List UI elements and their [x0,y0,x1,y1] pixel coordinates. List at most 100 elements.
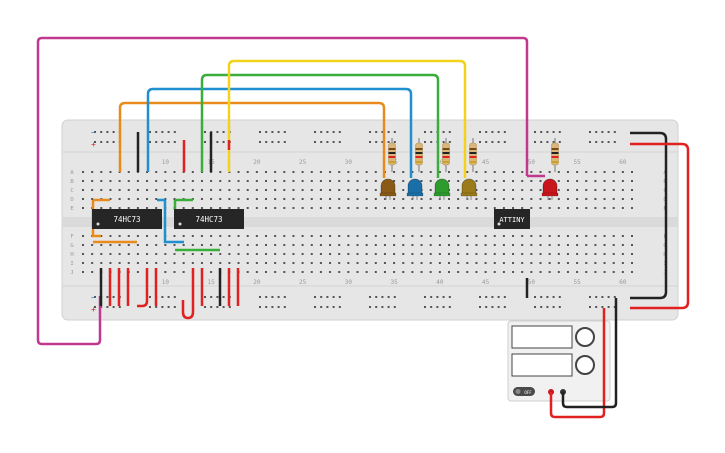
breadboard-hole [146,189,149,191]
breadboard-hole [356,189,359,191]
rail-hole [314,131,316,133]
breadboard-hole [612,207,615,209]
rail-hole [155,131,158,133]
breadboard-hole [365,207,368,209]
breadboard-hole [411,271,414,273]
rail-hole [448,131,451,133]
breadboard-hole [594,235,597,237]
breadboard-hole [329,198,332,200]
breadboard-hole [265,244,267,246]
rail-hole [314,141,316,143]
breadboard-hole [548,262,551,264]
rail-hole [332,141,335,143]
breadboard-hole [466,253,469,255]
column-number-top: 55 [573,159,581,166]
breadboard-hole [365,171,368,173]
breadboard-hole [594,271,597,273]
breadboard-hole [502,271,505,273]
rail-hole [393,141,396,143]
rail-hole [546,131,549,133]
breadboard-hole [191,262,194,264]
breadboard-hole [283,189,286,191]
rail-hole [375,131,378,133]
breadboard-hole [109,235,112,237]
breadboard-hole [603,180,606,182]
breadboard-hole [365,271,368,273]
breadboard-hole [292,271,295,273]
breadboard-hole [383,235,386,237]
row-letter: I [70,261,73,267]
rail-hole [534,296,536,298]
breadboard-hole [612,171,615,173]
rail-hole [149,141,151,143]
rail-hole [216,306,219,308]
chip-74hc73-2: 74HC73 [174,209,244,229]
rail-hole [271,131,274,133]
rail-hole [283,306,286,308]
breadboard-hole [566,171,569,173]
breadboard-hole [393,207,396,209]
breadboard-hole [356,262,359,264]
breadboard-hole [603,171,606,173]
breadboard-hole [347,198,350,200]
breadboard-hole [393,244,396,246]
breadboard-hole [329,262,332,264]
breadboard-hole [283,180,286,182]
breadboard-hole [585,271,588,273]
rail-hole [424,306,426,308]
rail-hole [271,296,274,298]
breadboard-hole [548,271,551,273]
breadboard-hole [383,244,386,246]
rail-hole [106,296,109,298]
breadboard-hole [475,180,478,182]
breadboard-hole [457,262,460,264]
breadboard-hole [91,262,94,264]
breadboard-hole [91,253,94,255]
breadboard-hole [310,198,313,200]
rail-hole [216,296,219,298]
power-supply-knob-2[interactable] [575,355,595,375]
breadboard-hole [603,198,606,200]
chip-attiny: ATTINY [494,209,530,229]
breadboard-hole [356,235,359,237]
breadboard-hole [109,262,112,264]
breadboard-hole [265,207,267,209]
power-supply-knob-1[interactable] [575,327,595,347]
breadboard-hole [466,244,469,246]
breadboard-hole [448,271,450,273]
breadboard-hole [512,171,515,173]
breadboard-hole [191,253,194,255]
breadboard-hole [274,271,277,273]
breadboard-hole [530,207,533,209]
rail-hole [387,296,390,298]
rail-hole [491,131,494,133]
breadboard-hole [457,271,460,273]
rail-hole [491,296,494,298]
breadboard-hole [420,253,423,255]
rail-hole [601,296,604,298]
breadboard-hole [466,207,469,209]
breadboard-hole [411,244,414,246]
breadboard-hole [493,262,496,264]
breadboard-hole [146,198,149,200]
breadboard-hole [548,198,551,200]
breadboard-hole [265,171,267,173]
breadboard-hole [228,207,231,209]
breadboard-hole [347,253,350,255]
breadboard-hole [603,253,606,255]
breadboard-hole [448,253,450,255]
rail-hole [326,131,329,133]
rail-hole [424,131,426,133]
breadboard-hole [82,262,84,264]
breadboard-hole [585,189,588,191]
breadboard-hole [200,189,203,191]
breadboard-hole [347,271,350,273]
breadboard-hole [484,235,487,237]
breadboard-hole [200,262,203,264]
breadboard-hole [173,244,176,246]
breadboard-hole [365,253,368,255]
rail-hole [326,306,329,308]
breadboard-hole [576,180,579,182]
breadboard-hole [438,207,441,209]
breadboard-hole [566,235,569,237]
